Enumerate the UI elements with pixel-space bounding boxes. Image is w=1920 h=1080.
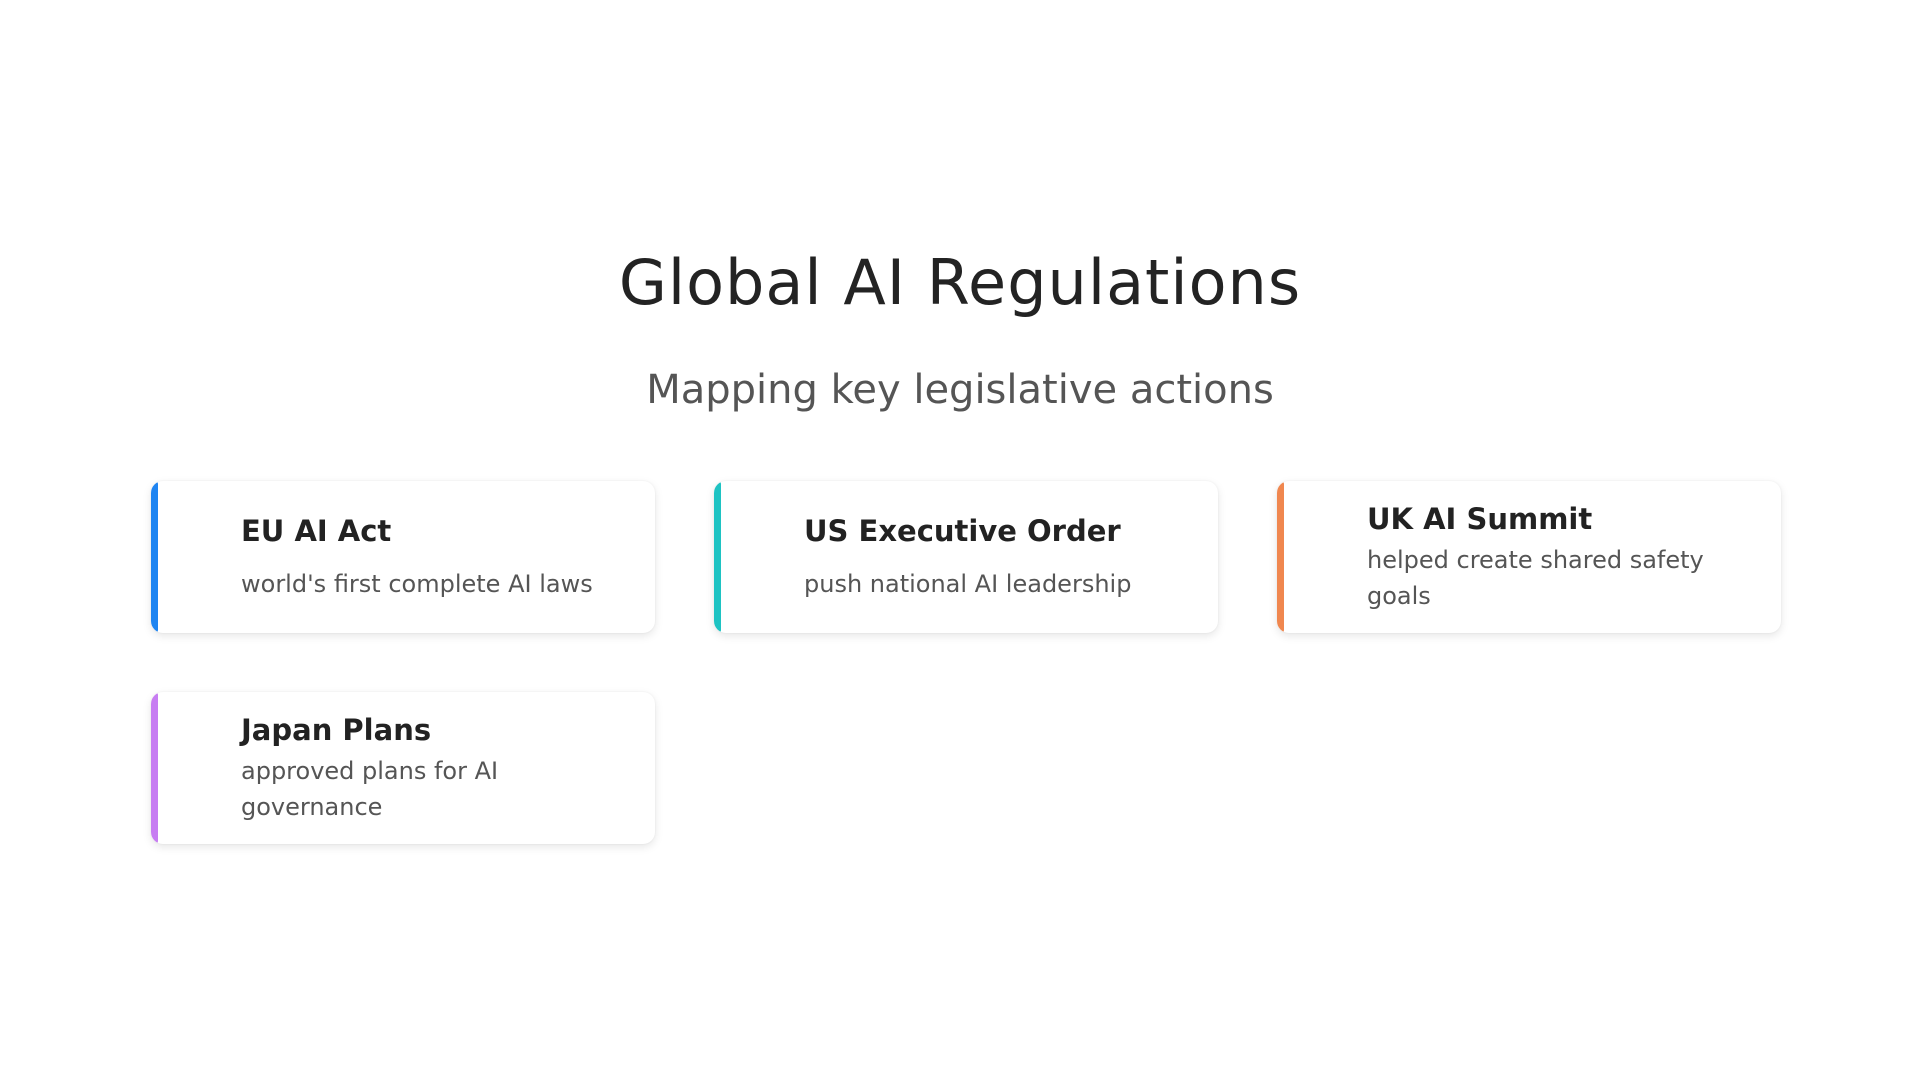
card-description: helped create shared safety goals bbox=[1367, 546, 1704, 610]
card-accent-bar bbox=[1277, 481, 1284, 633]
card-description: push national AI leadership bbox=[804, 570, 1132, 598]
card-us-executive-order: US Executive Order push national AI lead… bbox=[714, 481, 1218, 633]
card-description: world's first complete AI laws bbox=[241, 570, 593, 598]
card-heading: US Executive Order bbox=[804, 514, 1121, 548]
card-accent-bar bbox=[151, 481, 158, 633]
card-japan-plans: Japan Plans approved plans for AI govern… bbox=[151, 692, 655, 844]
card-heading: EU AI Act bbox=[241, 514, 392, 548]
card-heading: Japan Plans bbox=[241, 713, 432, 747]
page-title: Global AI Regulations bbox=[618, 246, 1302, 319]
card-accent-bar bbox=[714, 481, 721, 633]
card-description: approved plans for AI governance bbox=[241, 757, 499, 821]
page-subtitle: Mapping key legislative actions bbox=[646, 367, 1274, 413]
card-eu-ai-act: EU AI Act world's first complete AI laws bbox=[151, 481, 655, 633]
slide: Global AI Regulations Mapping key legisl… bbox=[0, 0, 1920, 1080]
card-accent-bar bbox=[151, 692, 158, 844]
card-uk-ai-summit: UK AI Summit helped create shared safety… bbox=[1277, 481, 1781, 633]
card-heading: UK AI Summit bbox=[1367, 502, 1593, 536]
